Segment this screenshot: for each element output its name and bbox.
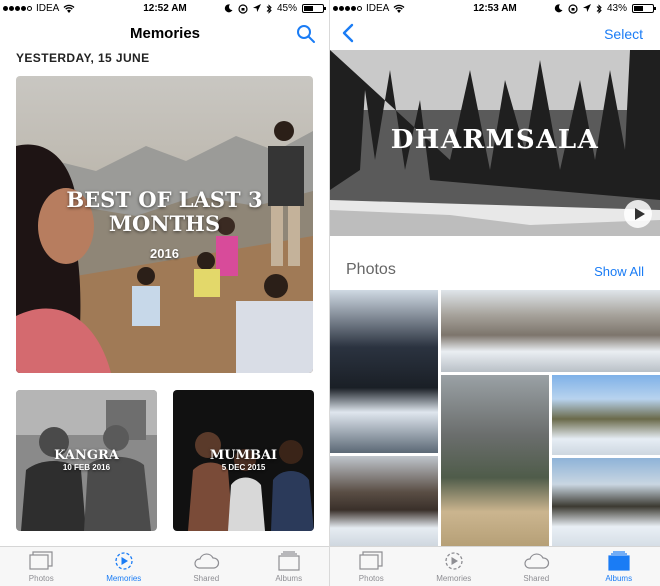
memory-title: BEST OF LAST 3 bbox=[66, 187, 263, 212]
albums-icon bbox=[608, 551, 630, 571]
tab-photos[interactable]: Photos bbox=[0, 547, 83, 586]
memory-card-kangra[interactable]: KANGRA 10 FEB 2016 bbox=[16, 390, 157, 531]
memory-subtitle: 5 DEC 2015 bbox=[221, 463, 266, 472]
photo-thumbnail[interactable] bbox=[441, 375, 549, 546]
tab-label: Shared bbox=[193, 574, 220, 583]
memory-card-mumbai[interactable]: MUMBAI 5 DEC 2015 bbox=[173, 390, 314, 531]
battery-percent: 45% bbox=[276, 3, 297, 14]
tab-memories[interactable]: Memories bbox=[83, 547, 166, 586]
show-all-link[interactable]: Show All bbox=[594, 264, 644, 279]
photos-icon bbox=[359, 551, 383, 570]
search-icon[interactable] bbox=[296, 24, 316, 44]
battery-percent: 43% bbox=[606, 3, 627, 14]
memories-screen: IDEA 12:52 AM 45% Memories YESTERDAY, 15… bbox=[0, 0, 330, 586]
page-title: Memories bbox=[129, 25, 201, 42]
tab-photos[interactable]: Photos bbox=[330, 547, 413, 586]
photo-thumbnail[interactable] bbox=[330, 456, 438, 546]
memory-subtitle: 10 FEB 2016 bbox=[62, 463, 111, 472]
status-bar: IDEA 12:53 AM 43% bbox=[330, 0, 660, 18]
tab-bar: Photos Memories Shared Albums bbox=[0, 546, 330, 586]
bluetooth-icon bbox=[596, 3, 602, 14]
memory-title: KANGRA bbox=[54, 448, 119, 463]
back-chevron-icon[interactable] bbox=[340, 23, 356, 43]
memories-icon bbox=[115, 552, 133, 570]
rotation-lock-icon bbox=[238, 3, 248, 14]
tab-memories[interactable]: Memories bbox=[413, 547, 496, 586]
memory-hero[interactable]: DHARMSALA bbox=[330, 50, 660, 236]
cloud-icon bbox=[194, 553, 220, 569]
location-icon bbox=[252, 4, 261, 12]
memory-card-best-of[interactable]: BEST OF LAST 3 MONTHS 2016 bbox=[16, 76, 313, 373]
photos-section-heading: Photos bbox=[346, 261, 396, 278]
memory-detail-screen: IDEA 12:53 AM 43% Select DHARMSALA Photo… bbox=[330, 0, 660, 586]
moon-icon bbox=[224, 4, 233, 13]
photos-icon bbox=[29, 551, 53, 570]
tab-bar: Photos Memories Shared Albums bbox=[330, 546, 660, 586]
photo-grid bbox=[330, 290, 660, 546]
memory-title-line2: MONTHS bbox=[108, 211, 221, 236]
battery-icon bbox=[302, 4, 326, 13]
cloud-icon bbox=[524, 553, 550, 569]
location-icon bbox=[582, 4, 591, 12]
memory-subtitle: 2016 bbox=[150, 246, 179, 261]
memory-title: MUMBAI bbox=[209, 448, 278, 463]
tab-label: Albums bbox=[605, 574, 633, 583]
tab-albums[interactable]: Albums bbox=[248, 547, 331, 586]
tab-label: Memories bbox=[106, 574, 142, 583]
tab-label: Photos bbox=[28, 574, 54, 583]
tab-label: Memories bbox=[436, 574, 472, 583]
play-icon[interactable] bbox=[624, 200, 652, 228]
hero-title: DHARMSALA bbox=[390, 125, 600, 155]
tab-label: Shared bbox=[523, 574, 550, 583]
status-bar: IDEA 12:52 AM 45% bbox=[0, 0, 330, 18]
nav-bar: Memories bbox=[0, 18, 330, 50]
photo-thumbnail[interactable] bbox=[552, 375, 660, 455]
tab-albums[interactable]: Albums bbox=[578, 547, 660, 586]
moon-icon bbox=[554, 4, 563, 13]
rotation-lock-icon bbox=[568, 3, 578, 14]
photo-thumbnail[interactable] bbox=[552, 458, 660, 546]
tab-label: Photos bbox=[358, 574, 384, 583]
battery-icon bbox=[632, 4, 656, 13]
section-date-header: YESTERDAY, 15 JUNE bbox=[16, 51, 150, 65]
tab-shared[interactable]: Shared bbox=[165, 547, 248, 586]
tab-label: Albums bbox=[275, 574, 303, 583]
select-button[interactable]: Select bbox=[604, 26, 643, 42]
nav-bar: Select bbox=[330, 18, 660, 50]
memories-icon bbox=[445, 552, 463, 570]
photo-thumbnail[interactable] bbox=[330, 290, 438, 453]
bluetooth-icon bbox=[266, 3, 272, 14]
albums-icon bbox=[278, 551, 300, 571]
tab-shared[interactable]: Shared bbox=[495, 547, 578, 586]
photo-thumbnail[interactable] bbox=[441, 290, 660, 372]
